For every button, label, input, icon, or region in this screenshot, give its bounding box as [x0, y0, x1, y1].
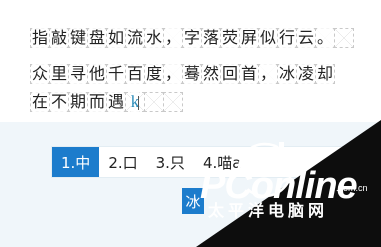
grid-char: 行 [278, 28, 295, 48]
grid-cell: 似 [258, 28, 278, 48]
grid-char: 度 [145, 64, 162, 84]
grid-cell: ， [258, 64, 278, 84]
grid-char: 似 [259, 28, 276, 48]
grid-char: 盘 [88, 28, 105, 48]
watermark-chinese-name: 太平洋电脑网 [208, 203, 329, 220]
grid-cell: 众 [30, 64, 50, 84]
grid-char: k [130, 92, 140, 112]
grid-char: 却 [316, 64, 333, 84]
grid-cell: 屏 [239, 28, 259, 48]
grid-cell: 蓦 [182, 64, 202, 84]
grid-char: 千 [107, 64, 124, 84]
grid-cell: 凌 [296, 64, 316, 84]
grid-cell: 荧 [220, 28, 240, 48]
grid-char: 期 [69, 92, 86, 112]
grid-char: 指 [31, 28, 48, 48]
grid-char: ， [164, 64, 181, 84]
grid-cell: ， [163, 64, 183, 84]
grid-char: 云 [297, 28, 314, 48]
grid-char: 字 [183, 28, 200, 48]
grid-cell: 冰 [277, 64, 297, 84]
grid-char: ， [259, 64, 276, 84]
grid-cell: 然 [201, 64, 221, 84]
text-editor-area[interactable]: 指敲键盘如流水，字落荧屏似行云。 众里寻他千百度，蓦然回首，冰凌却 在不期而遇k [0, 0, 381, 122]
grid-cell: 却 [315, 64, 335, 84]
grid-cell: 字 [182, 28, 202, 48]
grid-cell: 如 [106, 28, 126, 48]
grid-char: 流 [126, 28, 143, 48]
grid-cell [334, 28, 354, 48]
grid-char: 水 [145, 28, 162, 48]
grid-cell: 盘 [87, 28, 107, 48]
grid-char: 里 [50, 64, 67, 84]
grid-cell [144, 92, 164, 112]
grid-char: 落 [202, 28, 219, 48]
grid-cell: 寻 [68, 64, 88, 84]
grid-char: 不 [50, 92, 67, 112]
grid-cell: 云 [296, 28, 316, 48]
grid-cell: 度 [144, 64, 164, 84]
grid-char: 屏 [240, 28, 257, 48]
grid-char: 。 [316, 28, 333, 48]
candidate-1[interactable]: 1.中 [52, 147, 100, 177]
grid-char: 回 [221, 64, 238, 84]
grid-cell: 落 [201, 28, 221, 48]
grid-cell: 敲 [49, 28, 69, 48]
grid-cell: 指 [30, 28, 50, 48]
text-line-1: 指敲键盘如流水，字落荧屏似行云。 [30, 28, 354, 48]
grid-char: ， [164, 28, 181, 48]
grid-cell: ， [163, 28, 183, 48]
grid-char: 然 [202, 64, 219, 84]
grid-char: 凌 [297, 64, 314, 84]
grid-char: 遇 [107, 92, 124, 112]
grid-cell: 在 [30, 92, 50, 112]
grid-char: 首 [240, 64, 257, 84]
grid-cell: 千 [106, 64, 126, 84]
grid-cell: 行 [277, 28, 297, 48]
grid-cell: 而 [87, 92, 107, 112]
text-line-2: 众里寻他千百度，蓦然回首，冰凌却 [30, 64, 335, 84]
grid-cell: 遇 [106, 92, 126, 112]
grid-cell [163, 92, 183, 112]
grid-char: 百 [126, 64, 143, 84]
grid-cell: 。 [315, 28, 335, 48]
grid-cell: 他 [87, 64, 107, 84]
grid-cell: 首 [239, 64, 259, 84]
grid-cell: 水 [144, 28, 164, 48]
grid-char: 冰 [278, 64, 295, 84]
grid-cell: 键 [68, 28, 88, 48]
grid-cell: 不 [49, 92, 69, 112]
grid-char: 如 [107, 28, 124, 48]
candidate-2[interactable]: 2.口 [99, 147, 146, 177]
grid-char: 在 [31, 92, 48, 112]
grid-char: 众 [31, 64, 48, 84]
grid-cell: 流 [125, 28, 145, 48]
candidate-3[interactable]: 3.只 [147, 147, 194, 177]
grid-char: 寻 [69, 64, 86, 84]
watermark-domain: .com.cn [336, 183, 368, 193]
grid-cell: 回 [220, 64, 240, 84]
grid-char: 敲 [50, 28, 67, 48]
grid-cell: 百 [125, 64, 145, 84]
grid-char: 他 [88, 64, 105, 84]
grid-cell: 里 [49, 64, 69, 84]
caret-cell: k [125, 92, 145, 112]
grid-cell: 期 [68, 92, 88, 112]
grid-char: 而 [88, 92, 105, 112]
grid-char: 蓦 [183, 64, 200, 84]
grid-char: 荧 [221, 28, 238, 48]
grid-char: 键 [69, 28, 86, 48]
text-line-3: 在不期而遇k [30, 92, 183, 112]
